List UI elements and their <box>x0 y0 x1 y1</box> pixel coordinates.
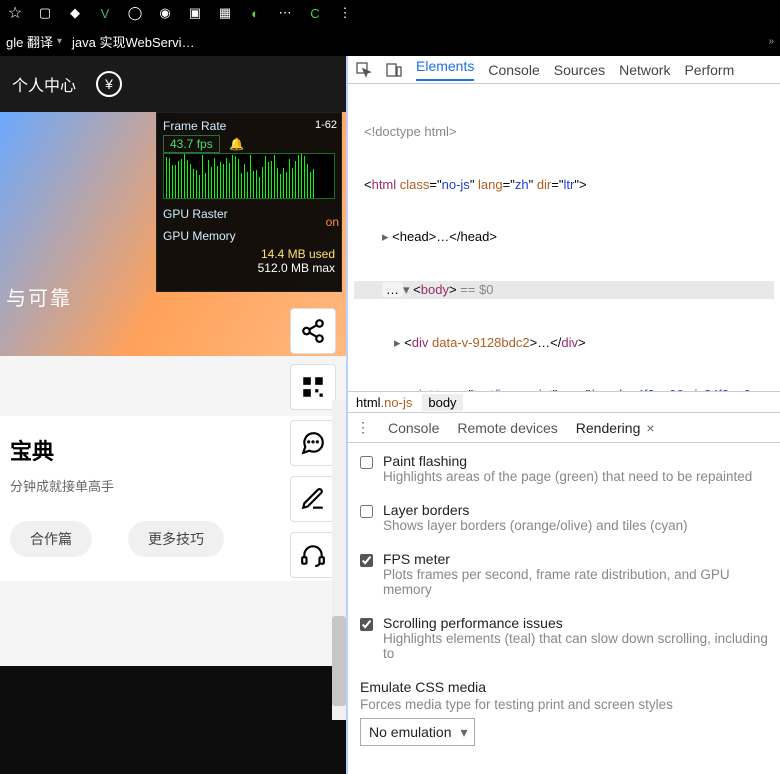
ext-icon[interactable]: ▣ <box>186 4 204 22</box>
page-header: 个人中心 ¥ <box>0 56 346 112</box>
card-title: 宝典 <box>10 434 336 466</box>
option-desc: Shows layer borders (orange/olive) and t… <box>383 518 688 533</box>
share-button[interactable] <box>290 308 336 354</box>
hero-text: 与可靠 <box>6 282 72 311</box>
gpu-raster-label: GPU Raster <box>163 207 335 221</box>
chevron-down-icon: ▾ <box>57 36 62 47</box>
head-tag[interactable]: ▸ <head>…</head> <box>354 228 774 246</box>
option-desc: Highlights areas of the page (green) tha… <box>383 469 752 484</box>
drawer-tab-console[interactable]: Console <box>388 420 439 436</box>
inspect-icon[interactable] <box>356 62 372 78</box>
emulate-desc: Forces media type for testing print and … <box>360 697 673 712</box>
render-option-paint: Paint flashingHighlights areas of the pa… <box>360 453 768 484</box>
option-title: FPS meter <box>383 551 768 567</box>
render-option-scroll: Scrolling performance issuesHighlights e… <box>360 615 768 661</box>
vue-icon[interactable]: V <box>96 4 114 22</box>
option-desc: Highlights elements (teal) that can slow… <box>383 631 768 661</box>
option-desc: Plots frames per second, frame rate dist… <box>383 567 768 597</box>
fps-graph <box>163 153 335 199</box>
ext-icon[interactable]: ◆ <box>66 4 84 22</box>
scrollbar-thumb[interactable] <box>332 616 346 706</box>
bookmark-star-icon[interactable]: ☆ <box>6 4 24 22</box>
gpu-raster-state: on <box>326 215 339 229</box>
card-subtitle: 分钟成就接单高手 <box>10 476 336 495</box>
pill-button-right[interactable]: 更多技巧 <box>128 521 224 557</box>
drawer-tab-remote[interactable]: Remote devices <box>457 420 557 436</box>
devtools-tabs: Elements Console Sources Network Perform <box>348 56 780 84</box>
drawer-tab-rendering[interactable]: Rendering <box>576 420 641 436</box>
ext-icon[interactable]: ◉ <box>156 4 174 22</box>
crumb-body[interactable]: body <box>422 394 462 411</box>
breadcrumb[interactable]: html.no-js body <box>348 391 780 413</box>
overflow-icon[interactable]: ⋮ <box>336 4 354 22</box>
tab-performance[interactable]: Perform <box>684 62 734 78</box>
ext-icon[interactable]: ⋯ <box>276 4 294 22</box>
checkbox-layer[interactable] <box>360 505 373 518</box>
checkbox-fps[interactable] <box>360 554 373 567</box>
ext-icon[interactable]: ▢ <box>36 4 54 22</box>
share-icon <box>300 318 326 344</box>
doctype: <!doctype html> <box>354 123 774 141</box>
rendered-page: 个人中心 ¥ 与可靠 宝典 分钟成就接单高手 合作篇 更多技巧 Frame Ra… <box>0 56 346 774</box>
bookmark-item[interactable]: java 实现WebServi… <box>72 32 195 51</box>
chat-icon <box>300 430 326 456</box>
drawer-menu-icon[interactable]: ⋮ <box>356 419 370 436</box>
tab-elements[interactable]: Elements <box>416 58 474 81</box>
tab-sources[interactable]: Sources <box>554 62 605 78</box>
fps-overlay: Frame Rate 43.7 fps 🔔 1-62 GPU Raster on… <box>156 112 342 292</box>
edit-button[interactable] <box>290 476 336 522</box>
option-title: Paint flashing <box>383 453 752 469</box>
tab-network[interactable]: Network <box>619 62 670 78</box>
chat-button[interactable] <box>290 420 336 466</box>
nav-label[interactable]: 个人中心 <box>12 72 76 96</box>
close-icon[interactable]: × <box>646 420 654 436</box>
extensions-row: ☆ ▢ ◆ V ◯ ◉ ▣ ▦ ◐ ⋯ C ⋮ <box>0 0 780 26</box>
bell-icon: 🔔 <box>229 137 244 151</box>
currency-icon[interactable]: ¥ <box>96 71 122 97</box>
option-title: Scrolling performance issues <box>383 615 768 631</box>
crumb-html[interactable]: html <box>356 395 381 410</box>
fps-range: 1-62 <box>315 119 337 131</box>
div-node[interactable]: ▸ <div data-v-9128bdc2>…</div> <box>354 334 774 352</box>
ext-icon[interactable]: C <box>306 4 324 22</box>
crumb-class: .no-js <box>381 395 413 410</box>
overflow-chevron-icon[interactable]: » <box>768 36 774 47</box>
bookmark-label: gle 翻译 <box>6 32 53 51</box>
qrcode-icon <box>300 374 326 400</box>
tab-console[interactable]: Console <box>488 62 539 78</box>
rendering-panel: Paint flashingHighlights areas of the pa… <box>348 443 780 774</box>
emulate-title: Emulate CSS media <box>360 679 486 695</box>
gpu-memory-label: GPU Memory <box>163 229 335 243</box>
checkbox-scroll[interactable] <box>360 618 373 631</box>
headset-button[interactable] <box>290 532 336 578</box>
bookmark-item[interactable]: gle 翻译 ▾ <box>6 32 62 51</box>
checkbox-paint[interactable] <box>360 456 373 469</box>
page-footer <box>0 666 346 774</box>
render-option-fps: FPS meterPlots frames per second, frame … <box>360 551 768 597</box>
pill-button-left[interactable]: 合作篇 <box>10 521 92 557</box>
body-tag[interactable]: …▾ <body> == $0 <box>354 281 774 299</box>
bookmarks-bar: gle 翻译 ▾ java 实现WebServi… » <box>0 26 780 56</box>
frame-rate-label: Frame Rate <box>163 119 335 133</box>
ext-icon[interactable]: ◐ <box>246 4 264 22</box>
qrcode-button[interactable] <box>290 364 336 410</box>
render-option-layer: Layer bordersShows layer borders (orange… <box>360 502 768 533</box>
emulate-select[interactable]: No emulation <box>360 718 475 746</box>
devtools-panel: Elements Console Sources Network Perform… <box>346 56 780 774</box>
float-button-column <box>290 308 336 578</box>
device-toggle-icon[interactable] <box>386 62 402 78</box>
edit-icon <box>300 486 326 512</box>
gpu-mem-max: 512.0 MB max <box>163 261 335 275</box>
option-title: Layer borders <box>383 502 688 518</box>
browser-chrome: ☆ ▢ ◆ V ◯ ◉ ▣ ▦ ◐ ⋯ C ⋮ gle 翻译 ▾ java 实现… <box>0 0 780 56</box>
gpu-mem-used: 14.4 MB used <box>163 247 335 261</box>
bookmark-label: java 实现WebServi… <box>72 32 195 51</box>
fps-value: 43.7 fps <box>163 135 220 153</box>
headset-icon <box>300 542 326 568</box>
drawer-tabs: ⋮ Console Remote devices Rendering × <box>348 413 780 443</box>
dom-tree[interactable]: <!doctype html> <html class="no-js" lang… <box>348 84 780 391</box>
ext-icon[interactable]: ▦ <box>216 4 234 22</box>
ext-icon[interactable]: ◯ <box>126 4 144 22</box>
html-tag[interactable]: <html class="no-js" lang="zh" dir="ltr"> <box>354 176 774 194</box>
